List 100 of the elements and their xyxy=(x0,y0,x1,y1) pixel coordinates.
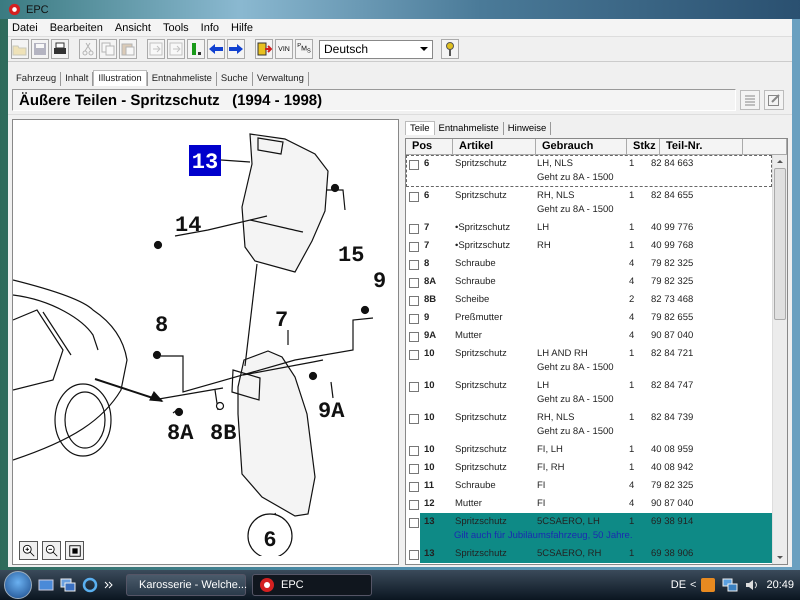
callout-label[interactable]: 8A xyxy=(167,421,194,446)
windows-icon[interactable] xyxy=(60,577,76,593)
checkbox[interactable] xyxy=(409,224,419,234)
tray-app-icon[interactable] xyxy=(700,577,716,593)
clock[interactable]: 20:49 xyxy=(766,579,794,591)
menu-item[interactable]: Tools xyxy=(162,22,189,34)
callout-label[interactable]: 8B xyxy=(210,421,236,446)
callout-label[interactable]: 14 xyxy=(175,213,202,238)
door-icon[interactable] xyxy=(255,39,273,59)
table-row[interactable]: 12 Mutter FI 4 90 87 040 xyxy=(406,495,772,513)
checkbox[interactable] xyxy=(409,550,419,560)
tab[interactable]: Entnahmeliste xyxy=(148,71,216,86)
callout-label[interactable]: 9 xyxy=(373,269,386,294)
checkbox[interactable] xyxy=(409,464,419,474)
tab[interactable]: Teile xyxy=(405,121,435,135)
zoom-in-icon[interactable] xyxy=(19,541,38,560)
table-row[interactable]: 7 •Spritzschutz LH 1 40 99 776 xyxy=(406,219,772,237)
list-icon[interactable] xyxy=(740,90,760,110)
tray-expand-button[interactable]: < xyxy=(690,579,696,591)
tab[interactable]: Hinweise xyxy=(504,122,552,135)
checkbox[interactable] xyxy=(409,296,419,306)
table-cell-text: 4 xyxy=(629,497,636,511)
chevron-icon[interactable] xyxy=(104,581,114,589)
table-row[interactable]: 6 Spritzschutz LH, NLS Geht zu 8A - 1500 1 82 84 663 xyxy=(406,155,772,187)
checkbox[interactable] xyxy=(409,242,419,252)
menu-item[interactable]: Datei xyxy=(12,22,38,34)
selected-row[interactable]: 13 Spritzschutz 5CSAERO, RH 1 69 38 906 xyxy=(406,545,772,563)
column-header[interactable]: Teil-Nr. xyxy=(660,139,743,155)
column-header[interactable]: Gebrauch xyxy=(536,139,627,155)
scrollbar[interactable] xyxy=(772,155,787,564)
table-row[interactable]: 10 Spritzschutz FI, LH 1 40 08 959 xyxy=(406,441,772,459)
callout-label[interactable]: 9A xyxy=(318,399,344,424)
tab[interactable]: Fahrzeug xyxy=(12,71,60,86)
table-cell-text: Scheibe xyxy=(455,293,490,307)
callout-label[interactable]: 8 xyxy=(155,313,168,338)
language-dropdown[interactable]: Deutsch xyxy=(319,40,433,58)
checkbox[interactable] xyxy=(409,192,419,202)
table-row[interactable]: 10 Spritzschutz FI, RH 1 40 08 942 xyxy=(406,459,772,477)
tab[interactable]: Inhalt xyxy=(61,71,92,86)
callout-label[interactable]: 7 xyxy=(275,308,288,333)
table-cell-text: 82 84 655 xyxy=(651,189,694,203)
table-row[interactable]: 10 Spritzschutz LH Geht zu 8A - 1500 1 82 84 747 xyxy=(406,377,772,409)
table-cell-text: 1 xyxy=(629,157,636,171)
checkbox[interactable] xyxy=(409,332,419,342)
column-header[interactable]: Stkz xyxy=(627,139,660,155)
checkbox[interactable] xyxy=(409,414,419,424)
table-row[interactable]: 9 Preßmutter 4 79 82 655 xyxy=(406,309,772,327)
callout-label[interactable]: 6 xyxy=(247,513,293,556)
checkbox[interactable] xyxy=(409,278,419,288)
checkbox[interactable] xyxy=(409,518,419,528)
key-icon[interactable] xyxy=(441,39,459,59)
checkbox[interactable] xyxy=(409,482,419,492)
table-cell-text: 2 xyxy=(629,293,636,307)
column-header[interactable]: Pos xyxy=(406,139,453,155)
callout-label[interactable]: 13 xyxy=(189,145,221,176)
start-button[interactable] xyxy=(4,571,32,599)
table-row[interactable]: 6 Spritzschutz RH, NLS Geht zu 8A - 1500 1 82 84 655 xyxy=(406,187,772,219)
zoom-out-icon[interactable] xyxy=(42,541,61,560)
table-row[interactable]: 8 Schraube 4 79 82 325 xyxy=(406,255,772,273)
taskbar-button[interactable]: Karosserie - Welche... xyxy=(126,574,246,596)
table-row[interactable]: 9A Mutter 4 90 87 040 xyxy=(406,327,772,345)
edit-icon[interactable] xyxy=(764,90,784,110)
table-cell-text: 7 xyxy=(423,239,430,253)
checkbox[interactable] xyxy=(409,446,419,456)
desktop-icon[interactable] xyxy=(38,577,54,593)
language-indicator[interactable]: DE xyxy=(670,579,686,591)
network-icon[interactable] xyxy=(722,577,738,593)
selected-row[interactable]: 13 Spritzschutz 5CSAERO, LH 1 69 38 914 Gilt auch für Jubiläumsfahrzeug, 50 Jahre. xyxy=(406,513,772,545)
table-cell-text: 1 xyxy=(629,347,636,361)
taskbar-button[interactable]: EPC xyxy=(252,574,372,596)
menu-item[interactable]: Hilfe xyxy=(231,22,254,34)
table-row[interactable]: 8A Schraube 4 79 82 325 xyxy=(406,273,772,291)
browser-icon[interactable] xyxy=(82,577,98,593)
checkbox[interactable] xyxy=(409,314,419,324)
tab[interactable]: Illustration xyxy=(93,70,147,86)
tab[interactable]: Entnahmeliste xyxy=(434,122,504,135)
table-row[interactable]: 10 Spritzschutz RH, NLS Geht zu 8A - 1500 1 82 84 739 xyxy=(406,409,772,441)
tab[interactable]: Suche xyxy=(216,71,252,86)
table-cell-text: Spritzschutz xyxy=(455,379,508,393)
printer-icon[interactable] xyxy=(51,39,69,59)
menu-item[interactable]: Info xyxy=(200,22,220,34)
checkbox[interactable] xyxy=(409,260,419,270)
table-cell-text: Schraube xyxy=(455,275,497,289)
table-row[interactable]: 10 Spritzschutz LH AND RH Geht zu 8A - 1500 1 82 84 721 xyxy=(406,345,772,377)
checkbox[interactable] xyxy=(409,350,419,360)
menu-item[interactable]: Bearbeiten xyxy=(50,22,103,34)
checkbox[interactable] xyxy=(409,500,419,510)
callout-label[interactable]: 15 xyxy=(338,243,364,268)
tab[interactable]: Verwaltung xyxy=(252,71,308,86)
table-row[interactable]: 8B Scheibe 2 82 73 468 xyxy=(406,291,772,309)
menu-item[interactable]: Ansicht xyxy=(114,22,151,34)
table-row[interactable]: 11 Schraube FI 4 79 82 325 xyxy=(406,477,772,495)
checkbox[interactable] xyxy=(409,382,419,392)
checkbox[interactable] xyxy=(409,160,419,170)
table-cell-text: 79 82 325 xyxy=(651,479,694,493)
fit-icon[interactable] xyxy=(65,541,84,560)
table-row[interactable]: 7 •Spritzschutz RH 1 40 99 768 xyxy=(406,237,772,255)
column-header[interactable]: Artikel xyxy=(453,139,536,155)
table-cell-text: 11 xyxy=(423,479,436,493)
marker-icon[interactable] xyxy=(187,39,205,59)
